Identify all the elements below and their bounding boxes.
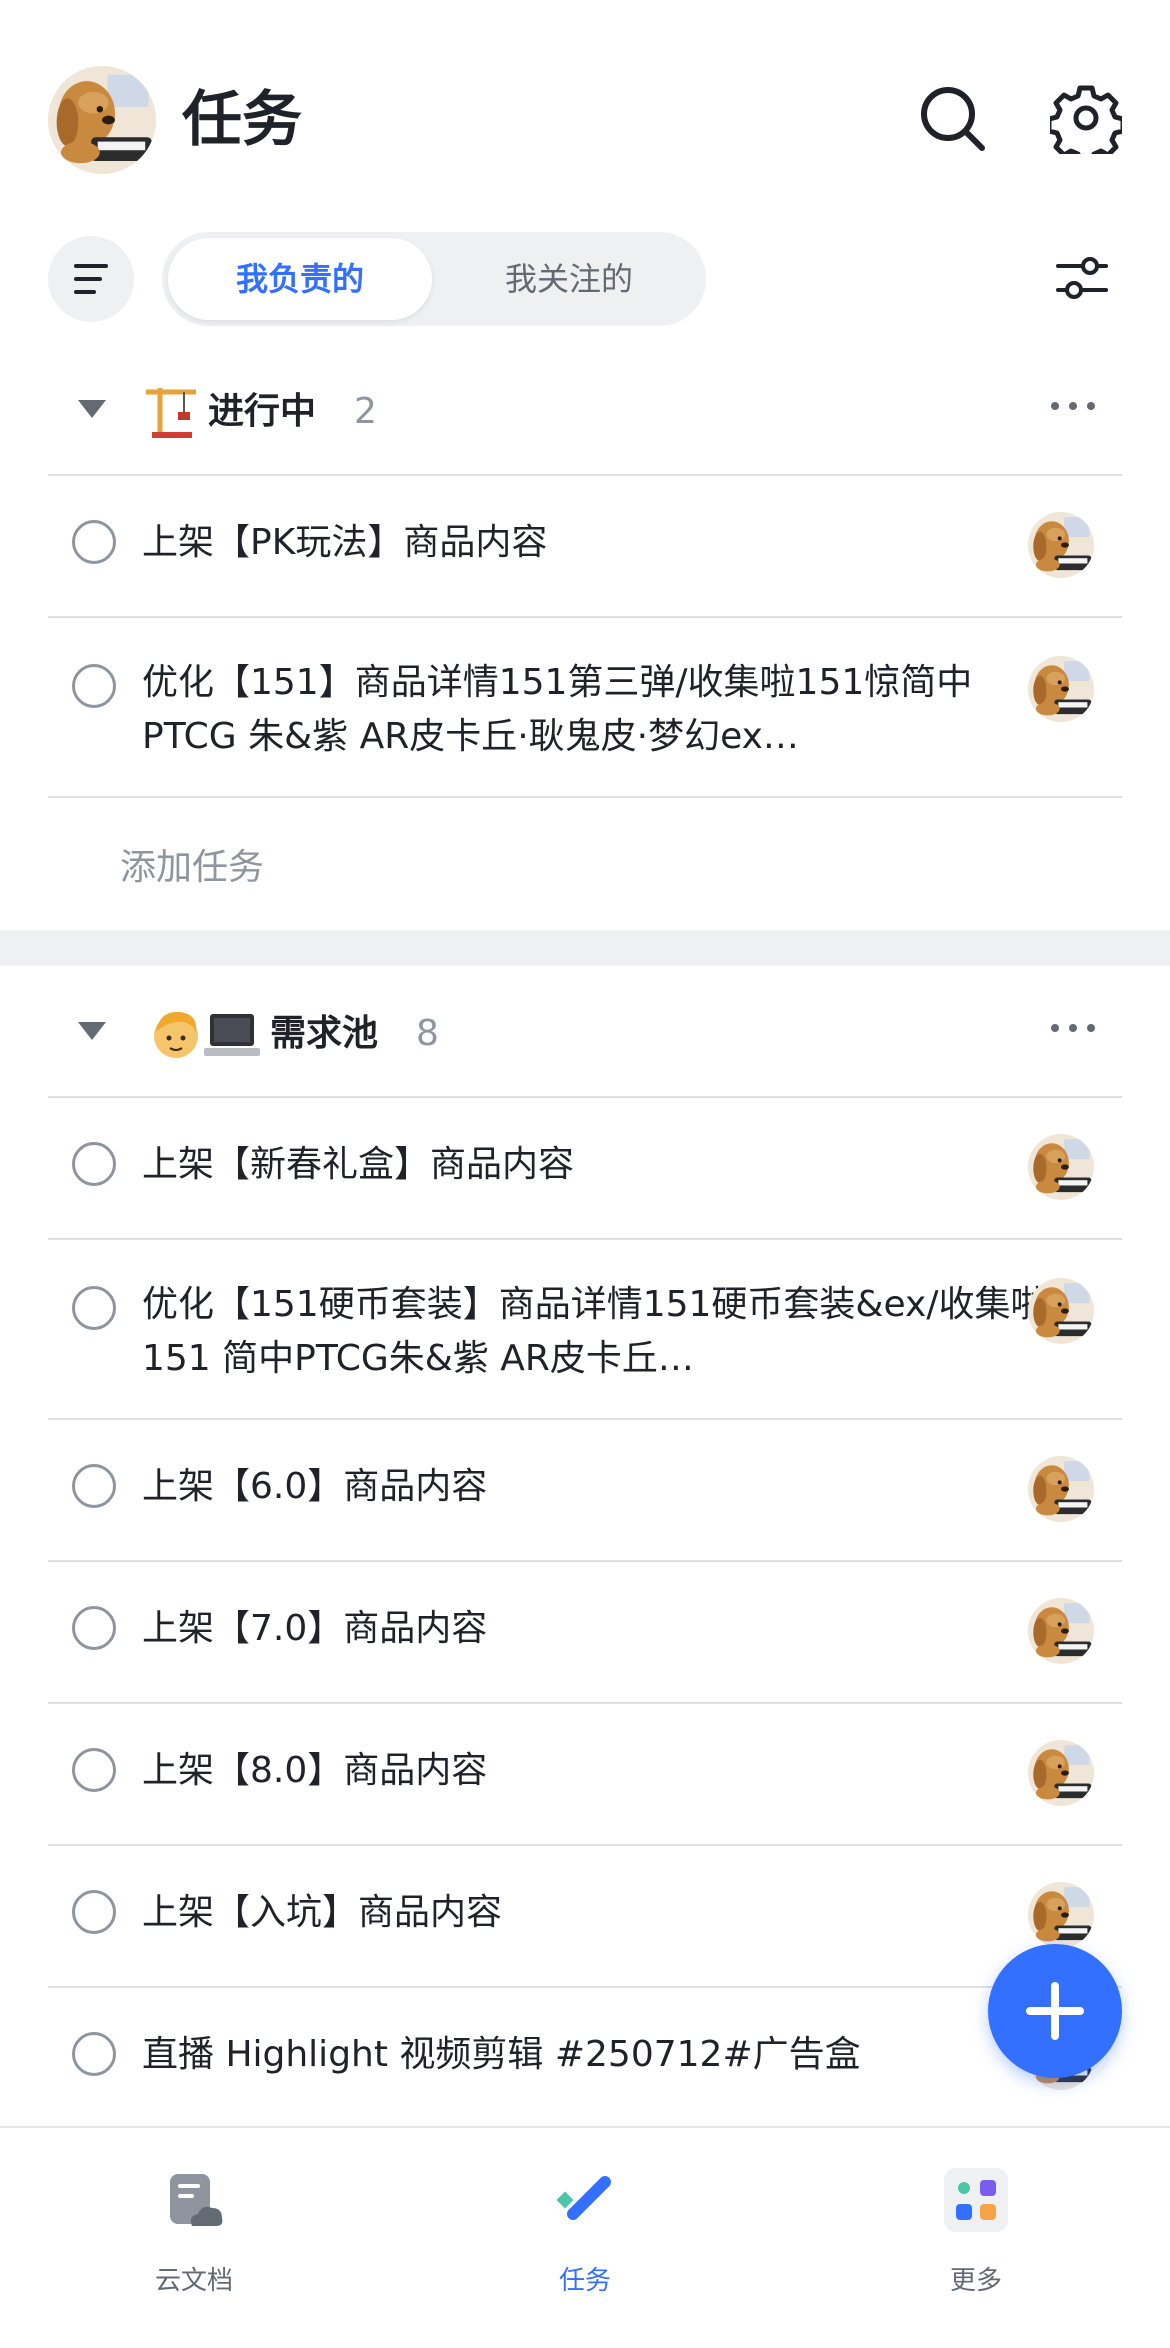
tab-more[interactable]: 更多: [876, 2168, 1076, 2298]
assignee-avatar: [1028, 656, 1094, 722]
cloud-docs-icon: [170, 2174, 223, 2226]
task-title: 上架【入坑】商品内容: [142, 1892, 503, 1933]
task-row[interactable]: 优化【151硬币套装】商品详情151硬币套装&ex/收集啦151 简中PTCG朱…: [48, 1240, 1122, 1418]
task-row[interactable]: 上架【6.0】商品内容: [48, 1420, 1122, 1560]
search-icon[interactable]: [916, 82, 988, 154]
page-title: 任务: [182, 85, 302, 155]
assignee-avatar: [1028, 512, 1094, 578]
tab-label: 云文档: [154, 2266, 233, 2296]
group-header-backlog[interactable]: 需求池 8: [48, 966, 1122, 1104]
task-checkbox[interactable]: [72, 1286, 116, 1330]
filter-sliders-icon[interactable]: [1054, 250, 1110, 306]
menu-icon: [74, 264, 108, 294]
group-title: 需求池: [270, 1013, 379, 1054]
assignee-avatar: [1028, 1740, 1094, 1806]
tab-my-responsible[interactable]: 我负责的: [168, 238, 432, 320]
task-checkbox[interactable]: [72, 1606, 116, 1650]
bottom-tab-bar: 云文档 任务 更多: [0, 2126, 1170, 2348]
tab-label: 更多: [949, 2266, 1002, 2296]
tab-label: 任务: [558, 2266, 611, 2296]
collapse-caret-icon[interactable]: [78, 400, 106, 418]
assignee-avatar: [1028, 1134, 1094, 1200]
task-title: 上架【6.0】商品内容: [142, 1466, 488, 1507]
more-dots-icon[interactable]: [1048, 396, 1098, 416]
section-separator: [0, 930, 1170, 966]
task-title: 直播 Highlight 视频剪辑 #250712#广告盒: [142, 2034, 861, 2075]
task-title: 上架【7.0】商品内容: [142, 1608, 488, 1649]
task-checkbox[interactable]: [72, 1464, 116, 1508]
task-row[interactable]: 上架【7.0】商品内容: [48, 1562, 1122, 1702]
more-apps-icon: [944, 2168, 1008, 2232]
add-task-button[interactable]: 添加任务: [120, 840, 264, 896]
more-dots-icon[interactable]: [1048, 1018, 1098, 1038]
group-count: 2: [354, 391, 377, 432]
assignee-avatar: [1028, 1278, 1094, 1344]
task-check-icon: [556, 2176, 611, 2220]
user-avatar[interactable]: [48, 66, 156, 174]
task-checkbox[interactable]: [72, 2032, 116, 2076]
assignee-avatar: [1028, 1882, 1094, 1948]
task-title: 优化【151硬币套装】商品详情151硬币套装&ex/收集啦151 简中PTCG朱…: [142, 1284, 1047, 1379]
group-count: 8: [416, 1013, 439, 1054]
task-checkbox[interactable]: [72, 1142, 116, 1186]
collapse-caret-icon[interactable]: [78, 1022, 106, 1040]
group-header-in-progress[interactable]: 进行中 2: [48, 344, 1122, 482]
task-title: 上架【PK玩法】商品内容: [142, 522, 548, 563]
gear-icon[interactable]: [1046, 82, 1126, 165]
tab-my-following[interactable]: 我关注的: [438, 238, 700, 320]
task-checkbox[interactable]: [72, 1890, 116, 1934]
group-title: 进行中: [208, 391, 317, 432]
segmented-control: 我负责的 我关注的: [162, 232, 706, 326]
task-row[interactable]: 上架【新春礼盒】商品内容: [48, 1098, 1122, 1238]
task-title: 上架【新春礼盒】商品内容: [142, 1144, 575, 1185]
task-row[interactable]: 优化【151】商品详情151第三弹/收集啦151惊简中 PTCG 朱&紫 AR皮…: [48, 618, 1122, 796]
task-row[interactable]: 直播 Highlight 视频剪辑 #250712#广告盒: [48, 1988, 1122, 2126]
assignee-avatar: [1028, 1456, 1094, 1522]
task-checkbox[interactable]: [72, 1748, 116, 1792]
task-title: 优化【151】商品详情151第三弹/收集啦151惊简中 PTCG 朱&紫 AR皮…: [142, 662, 973, 757]
task-row[interactable]: 上架【8.0】商品内容: [48, 1704, 1122, 1844]
crane-icon: [144, 382, 198, 442]
top-header: 任务: [0, 0, 1170, 230]
assignee-avatar: [1028, 1598, 1094, 1664]
menu-button[interactable]: [48, 236, 134, 322]
divider: [48, 796, 1122, 798]
boy-laptop-icon: [150, 1004, 262, 1064]
task-row[interactable]: 上架【入坑】商品内容: [48, 1846, 1122, 1986]
tab-cloud-docs[interactable]: 云文档: [94, 2168, 294, 2298]
task-row[interactable]: 上架【PK玩法】商品内容: [48, 476, 1122, 616]
task-checkbox[interactable]: [72, 664, 116, 708]
add-task-fab[interactable]: [988, 1944, 1122, 2078]
task-title: 上架【8.0】商品内容: [142, 1750, 488, 1791]
tab-tasks[interactable]: 任务: [485, 2168, 685, 2298]
task-checkbox[interactable]: [72, 520, 116, 564]
